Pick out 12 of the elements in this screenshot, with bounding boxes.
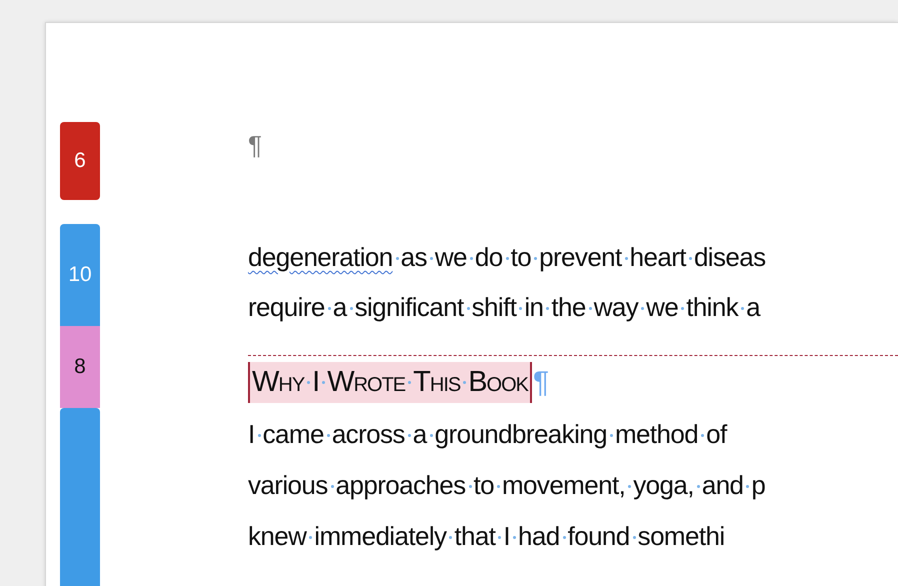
text-line: various approaches to movement, yoga, and p	[248, 470, 766, 500]
comment-count-badge[interactable]: 6	[60, 122, 100, 200]
text-line: require a significant shift in the way we think a	[248, 292, 760, 322]
text-line: I came across a groundbreaking method of	[248, 419, 727, 449]
paragraph-mark: ¶	[248, 130, 262, 160]
paragraph-mark: ¶	[533, 366, 550, 400]
comment-count-badge[interactable]: 8	[60, 326, 100, 408]
heading-text: Why I Wrote This Book	[248, 362, 532, 403]
comment-count-badge[interactable]	[60, 408, 100, 586]
text-line: degeneration as we do to prevent heart diseas	[248, 242, 766, 272]
comment-count-badge[interactable]: 10	[60, 224, 100, 326]
text-line: knew immediately that I had found somethi	[248, 521, 725, 551]
